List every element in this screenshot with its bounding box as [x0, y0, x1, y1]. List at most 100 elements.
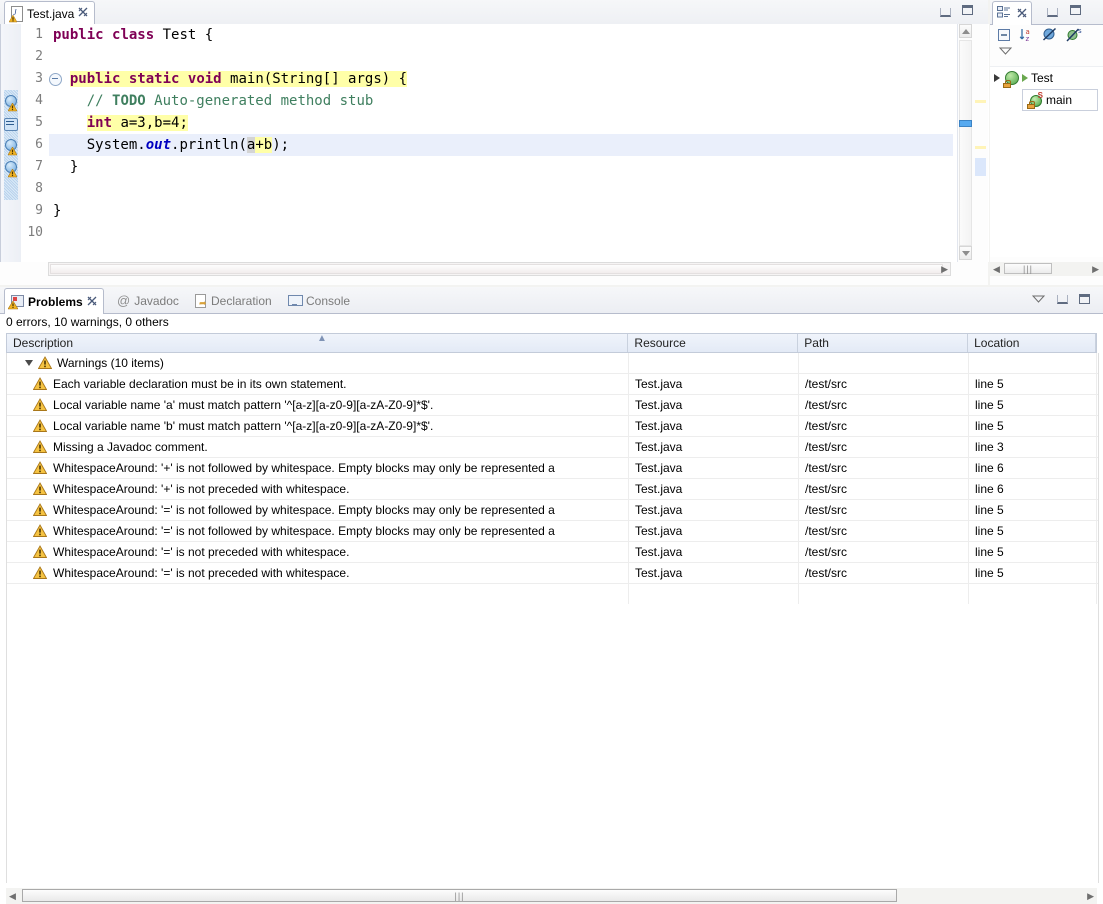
problems-maximize-button[interactable]: [1078, 293, 1092, 307]
scrollbar-thumb[interactable]: |||: [1004, 263, 1052, 274]
problems-view-menu-button[interactable]: [1031, 293, 1046, 307]
table-row[interactable]: WhitespaceAround: '=' is not preceded wi…: [7, 563, 1098, 584]
table-row[interactable]: WhitespaceAround: '=' is not preceded wi…: [7, 542, 1098, 563]
code-line-10[interactable]: [49, 222, 953, 244]
row-description-cell[interactable]: WhitespaceAround: '=' is not followed by…: [7, 521, 629, 541]
editor-horizontal-scrollbar[interactable]: ◀ ▶: [48, 262, 951, 276]
row-description-cell[interactable]: WhitespaceAround: '=' is not preceded wi…: [7, 542, 629, 562]
row-description-cell[interactable]: Local variable name 'a' must match patte…: [7, 395, 629, 415]
todo-task-marker[interactable]: [3, 117, 19, 133]
code-line-4[interactable]: // TODO Auto-generated method stub: [49, 90, 953, 112]
row-location: line 5: [969, 374, 1097, 394]
editor-maximize-button[interactable]: [962, 5, 975, 18]
row-description-cell[interactable]: WhitespaceAround: '+' is not preceded wi…: [7, 479, 629, 499]
tab-declaration[interactable]: ➦ Declaration: [194, 288, 272, 313]
hide-static-icon[interactable]: s: [1066, 27, 1082, 43]
code-line-7[interactable]: }: [49, 156, 953, 178]
quickfix-warning-marker[interactable]: [3, 160, 19, 178]
row-description-cell[interactable]: WhitespaceAround: '=' is not preceded wi…: [7, 563, 629, 583]
editor-vertical-scrollbar[interactable]: [957, 24, 973, 262]
code-line-8[interactable]: [49, 178, 953, 200]
group-description-cell[interactable]: Warnings (10 items): [7, 353, 629, 373]
column-header-resource[interactable]: Resource: [628, 334, 799, 352]
outline-horizontal-scrollbar[interactable]: ◀ ||| ▶: [990, 262, 1103, 276]
scroll-right-arrow[interactable]: ▶: [941, 263, 948, 275]
close-icon[interactable]: [1017, 7, 1027, 21]
scrollbar-thumb[interactable]: |||: [22, 889, 897, 902]
close-icon[interactable]: [87, 295, 97, 309]
column-header-path[interactable]: Path: [798, 334, 969, 352]
outline-part: a z s Test S main ◀ ||| ▶: [990, 0, 1103, 285]
tab-javadoc[interactable]: @ Javadoc: [117, 288, 179, 313]
column-label: Path: [804, 336, 829, 350]
token-out: out: [145, 137, 172, 153]
scroll-right-arrow[interactable]: ▶: [1092, 263, 1099, 275]
outline-item-test[interactable]: Test: [990, 67, 1103, 89]
row-description-cell[interactable]: Each variable declaration must be in its…: [7, 374, 629, 394]
problems-table-body[interactable]: Warnings (10 items) Each variable declar…: [6, 353, 1099, 883]
tab-console[interactable]: Console: [288, 288, 350, 313]
scrollbar-thumb[interactable]: [959, 120, 972, 127]
editor-overview-ruler[interactable]: [973, 24, 988, 262]
row-description-cell[interactable]: WhitespaceAround: '+' is not followed by…: [7, 458, 629, 478]
collapse-all-icon[interactable]: [996, 27, 1012, 43]
chevron-expanded-icon[interactable]: [25, 360, 33, 366]
editor-part: J Test.java 1 2 3 4 5 6 7 8 9 10 public …: [0, 0, 989, 285]
code-line-5[interactable]: int a=3,b=4;: [49, 112, 953, 134]
row-description-cell[interactable]: WhitespaceAround: '=' is not followed by…: [7, 500, 629, 520]
tab-problems[interactable]: Problems: [4, 288, 104, 314]
table-row[interactable]: WhitespaceAround: '=' is not followed by…: [7, 500, 1098, 521]
table-row[interactable]: WhitespaceAround: '+' is not preceded wi…: [7, 479, 1098, 500]
problems-horizontal-scrollbar[interactable]: ◀ ||| ▶: [6, 888, 1097, 904]
scroll-left-arrow[interactable]: ◀: [9, 890, 16, 902]
row-resource: Test.java: [629, 374, 799, 394]
column-header-location[interactable]: Location: [968, 334, 1096, 352]
outline-tree[interactable]: Test S main: [990, 66, 1103, 257]
editor-marker-gutter[interactable]: [1, 24, 22, 262]
quickfix-warning-marker[interactable]: [3, 94, 19, 112]
code-line-6[interactable]: System.out.println(a+b);: [49, 134, 953, 156]
close-icon[interactable]: [78, 7, 88, 20]
editor-body: 1 2 3 4 5 6 7 8 9 10 public class Test {: [0, 24, 989, 262]
outline-view-tab[interactable]: [992, 1, 1032, 25]
table-row[interactable]: WhitespaceAround: '+' is not followed by…: [7, 458, 1098, 479]
scrollbar-track[interactable]: [959, 40, 972, 246]
table-row[interactable]: Missing a Javadoc comment. Test.java /te…: [7, 437, 1098, 458]
table-row[interactable]: Local variable name 'b' must match patte…: [7, 416, 1098, 437]
code-line-2[interactable]: [49, 46, 953, 68]
chevron-expanded-icon[interactable]: [994, 74, 1000, 82]
outline-minimize-button[interactable]: [1045, 5, 1058, 18]
code-text-area[interactable]: public class Test { public static void m…: [49, 24, 953, 262]
quickfix-warning-marker[interactable]: [3, 138, 19, 156]
code-line-1[interactable]: public class Test {: [49, 24, 953, 46]
table-row-group[interactable]: Warnings (10 items): [7, 353, 1098, 374]
overview-warning-mark[interactable]: [975, 146, 986, 149]
code-line-9[interactable]: }: [49, 200, 953, 222]
row-description: Local variable name 'a' must match patte…: [53, 398, 434, 412]
row-description-cell[interactable]: Missing a Javadoc comment.: [7, 437, 629, 457]
overview-occurrence-mark[interactable]: [975, 158, 986, 176]
editor-tab-bar: J Test.java: [0, 0, 988, 25]
row-description-cell[interactable]: Local variable name 'b' must match patte…: [7, 416, 629, 436]
scroll-right-arrow[interactable]: ▶: [1087, 890, 1094, 902]
table-row[interactable]: Local variable name 'a' must match patte…: [7, 395, 1098, 416]
scroll-up-arrow[interactable]: [959, 24, 972, 38]
overview-warning-mark[interactable]: [975, 100, 986, 103]
column-header-description[interactable]: Description ▲: [7, 333, 629, 352]
scrollbar-thumb[interactable]: [50, 264, 943, 274]
scroll-down-arrow[interactable]: [959, 246, 972, 260]
table-row[interactable]: WhitespaceAround: '=' is not followed by…: [7, 521, 1098, 542]
sort-az-icon[interactable]: a z: [1019, 27, 1035, 43]
editor-tab-test-java[interactable]: J Test.java: [4, 1, 96, 25]
view-menu-icon[interactable]: [998, 45, 1014, 61]
problems-minimize-button[interactable]: [1056, 293, 1070, 307]
table-row[interactable]: Each variable declaration must be in its…: [7, 374, 1098, 395]
code-line-3[interactable]: public static void main(String[] args) {: [49, 68, 953, 90]
row-description: WhitespaceAround: '=' is not preceded wi…: [53, 566, 350, 580]
warning-icon: [37, 356, 53, 370]
outline-maximize-button[interactable]: [1070, 5, 1083, 18]
scroll-left-arrow[interactable]: ◀: [993, 263, 1000, 275]
hide-fields-icon[interactable]: [1042, 27, 1058, 43]
editor-minimize-button[interactable]: [938, 5, 951, 18]
outline-item-main[interactable]: S main: [1022, 89, 1098, 111]
